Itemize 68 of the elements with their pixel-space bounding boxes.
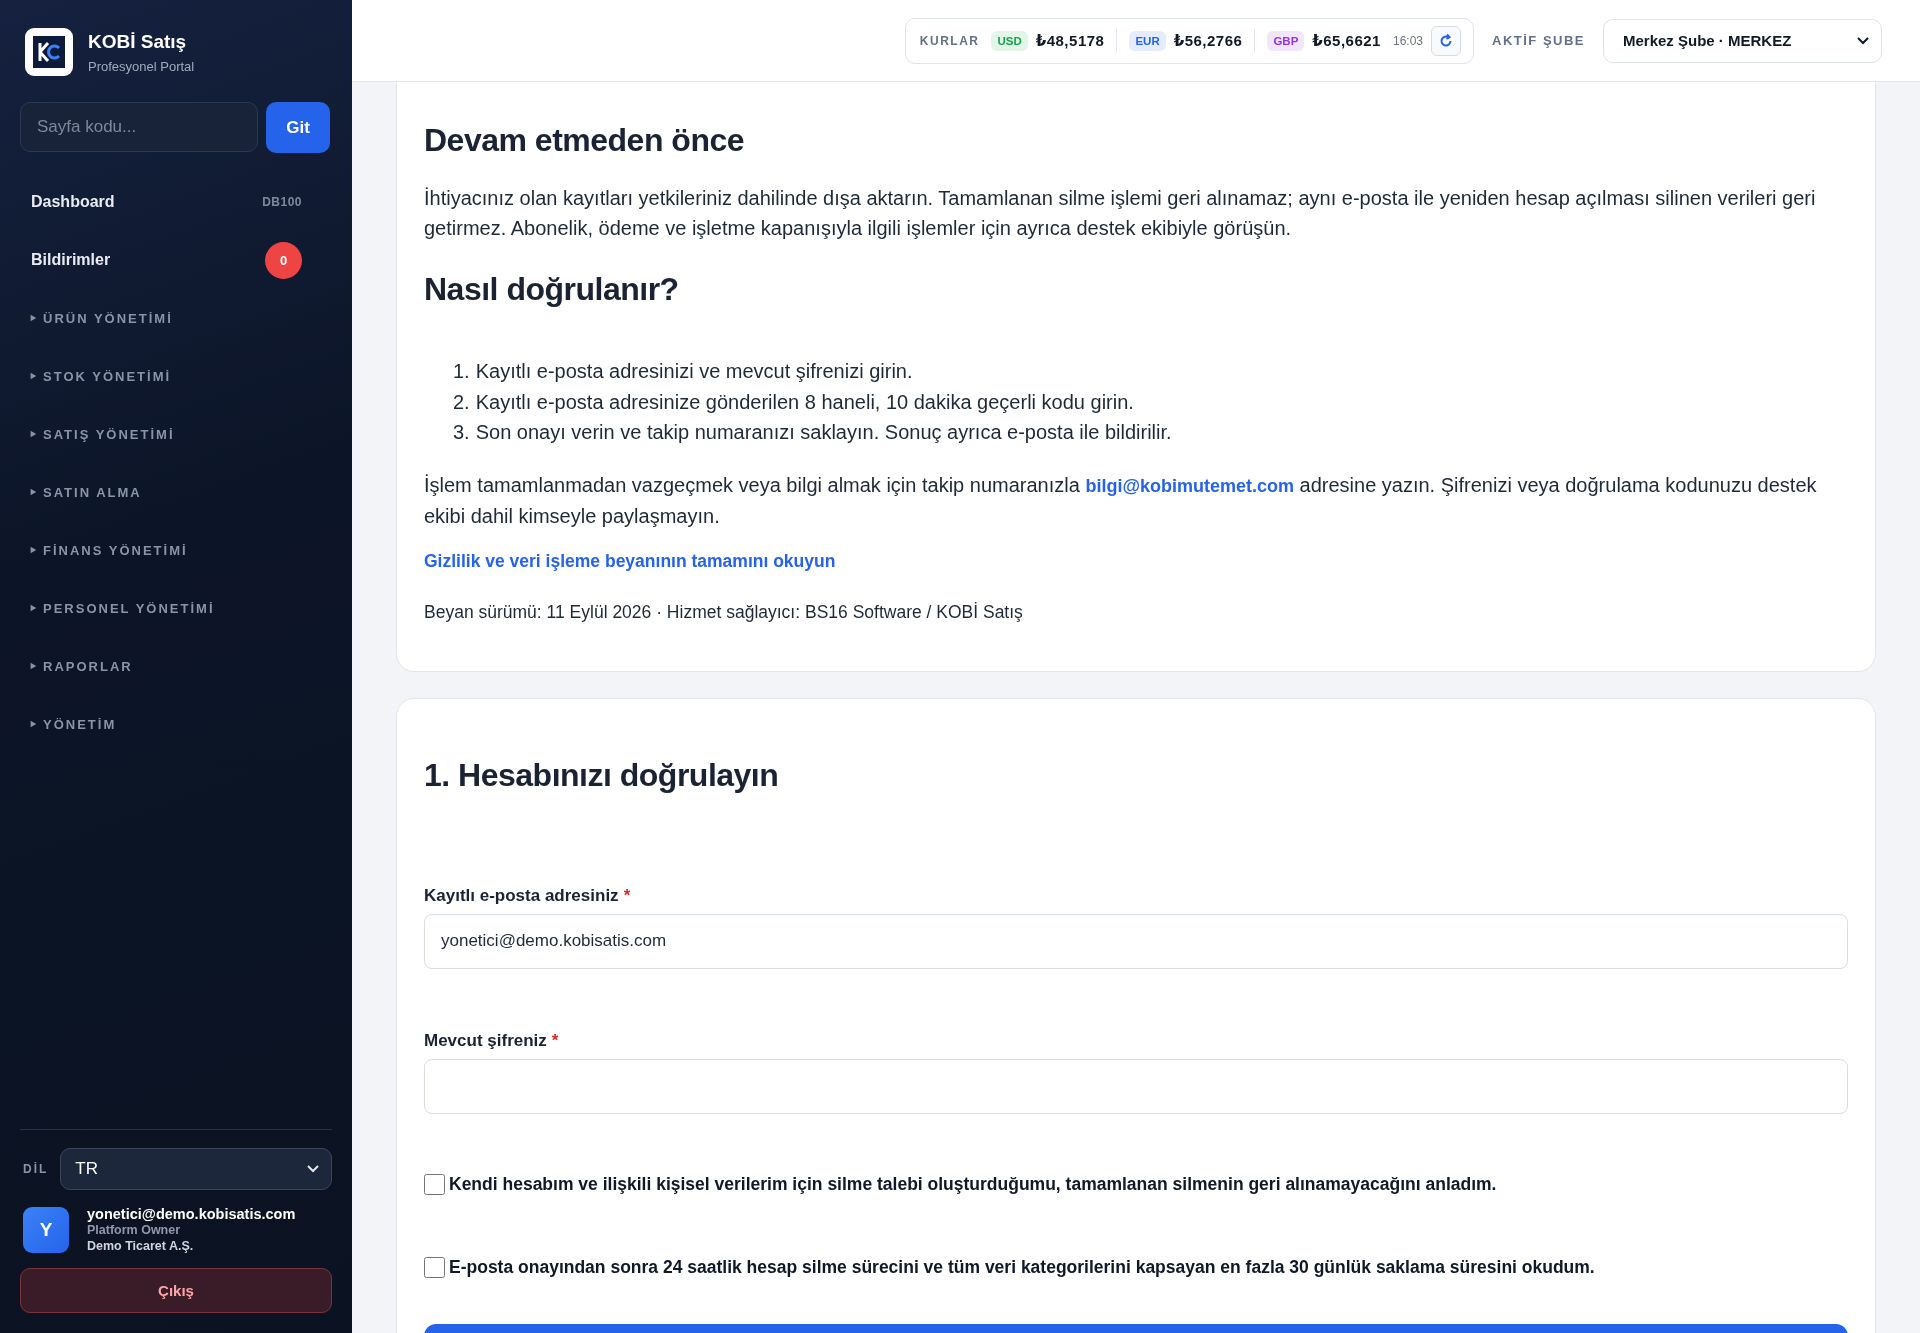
step-number: 2. <box>453 389 470 415</box>
user-avatar: Y <box>23 1207 69 1253</box>
nav-group[interactable]: SATIN ALMA <box>20 463 332 521</box>
step-number: 3. <box>453 420 470 445</box>
refresh-icon <box>1438 32 1454 49</box>
step-item: Kayıtlı e-posta adresinize gönderilen 8 haneli, 10 dakika geçerli kodu girin. <box>475 389 1134 415</box>
email-link[interactable]: bilgi@kobimutemet.com <box>1085 475 1294 496</box>
user-role: Platform Owner <box>87 1222 182 1238</box>
branch-select[interactable]: Merkez Şube · MERKEZ <box>1603 18 1882 63</box>
nav-group[interactable]: RAPORLAR <box>20 637 332 695</box>
chevron-down-icon <box>1857 36 1869 45</box>
chevron-down-icon <box>307 1165 319 1173</box>
rate-value: ₺56,2766 <box>1173 31 1243 50</box>
checkbox-label: E-posta onayından sonra 24 saatlik hesap silme sürecini ve tüm veri kategorilerini kapsayan en fazla 30 günlük saklama süresini okudum. <box>449 1256 1595 1278</box>
input-field[interactable]: yonetici@demo.kobisatis.com <box>424 913 1848 969</box>
paragraph: İşlem tamamlanmadan vazgeçmek veya bilgi almak için takip numaranızla bilgi@kobimutemet.com adresine yazın. Şifrenizi veya doğrulama kodunuzu destek ekibi dahil kimseyle paylaşmayın. <box>424 472 1818 529</box>
step-item: Son onayı verin ve takip numaranızı saklayın. Sonuç ayrıca e-posta ile bildirilir. <box>475 420 1172 445</box>
version-note: Beyan sürümü: 11 Eylül 2026 · Hizmet sağlayıcı: BS16 Software / KOBİ Satış <box>424 601 1024 623</box>
logo-icon <box>25 28 73 76</box>
branch-label: AKTİF ŞUBE <box>1492 33 1585 48</box>
brand-subtitle: Profesyonel Portal <box>88 58 195 74</box>
triangle-icon <box>29 546 37 554</box>
rates-label: KURLAR <box>919 33 980 48</box>
triangle-icon <box>29 488 37 496</box>
triangle-icon <box>29 662 37 670</box>
section-heading: Nasıl doğrulanır? <box>424 271 680 308</box>
field-label: Kayıtlı e-posta adresiniz <box>424 885 619 906</box>
triangle-icon <box>29 604 37 612</box>
section-heading: Devam etmeden önce <box>424 122 745 159</box>
nav-link[interactable]: Bildirimler 0 <box>20 231 332 289</box>
refresh-button[interactable] <box>1431 25 1461 56</box>
checkbox-label: Kendi hesabım ve ilişkili kişisel verilerim için silme talebi oluşturduğumu, tamamlanan silmenin geri alınamayacağını anladım. <box>449 1173 1497 1195</box>
triangle-icon <box>29 430 37 438</box>
paragraph: İhtiyacınız olan kayıtları yetkileriniz dahilinde dışa aktarın. Tamamlanan silme işlemi geri alınamaz; aynı e-posta ile yeniden hesap açılması silinen verileri geri getirmez. Abonelik, ödeme ve işletme kapanışıyla ilgili işlemler için ayrıca destek ekibiyle görüşün. <box>424 186 1817 241</box>
nav-group[interactable]: PERSONEL YÖNETİMİ <box>20 579 332 637</box>
logout-button[interactable]: Çıkış <box>20 1268 332 1313</box>
nav-group[interactable]: FİNANS YÖNETİMİ <box>20 521 332 579</box>
triangle-icon <box>29 314 37 322</box>
currency-tag: GBP <box>1267 30 1305 51</box>
currency-tag: USD <box>991 30 1028 51</box>
required-mark: * <box>551 1030 559 1051</box>
triangle-icon <box>29 720 37 728</box>
step-item: Kayıtlı e-posta adresinizi ve mevcut şifrenizi girin. <box>475 359 913 384</box>
rate-time: 16:03 <box>1392 33 1423 48</box>
checkbox[interactable] <box>424 1173 445 1195</box>
checkbox[interactable] <box>424 1256 445 1278</box>
required-mark: * <box>623 885 631 906</box>
brand-title: KOBİ Satış <box>88 30 188 53</box>
nav-link[interactable]: Dashboard DB100 <box>20 173 332 231</box>
step-number: 1. <box>453 359 470 384</box>
currency-tag: EUR <box>1129 30 1166 51</box>
user-email: yonetici@demo.kobisatis.com <box>87 1206 296 1222</box>
nav-group[interactable]: YÖNETİM <box>20 695 332 753</box>
page-code-field[interactable]: Sayfa kodu... <box>20 102 258 152</box>
rate-value: ₺65,6621 <box>1312 31 1381 50</box>
user-company: Demo Ticaret A.Ş. <box>87 1238 195 1254</box>
language-label: DİL <box>23 1162 49 1176</box>
language-select[interactable]: TR <box>60 1148 332 1190</box>
nav-group[interactable]: SATIŞ YÖNETİMİ <box>20 405 332 463</box>
field-label: Mevcut şifreniz <box>424 1030 547 1051</box>
nav-group[interactable]: STOK YÖNETİMİ <box>20 347 332 405</box>
input-field[interactable] <box>424 1058 1848 1114</box>
go-button[interactable]: Git <box>266 102 330 153</box>
policy-link[interactable]: Gizlilik ve veri işleme beyanının tamamını okuyun <box>424 550 836 572</box>
rate-value: ₺48,5178 <box>1035 31 1105 50</box>
triangle-icon <box>29 372 37 380</box>
form-title: 1. Hesabınızı doğrulayın <box>424 756 780 794</box>
nav-group[interactable]: ÜRÜN YÖNETİMİ <box>20 289 332 347</box>
